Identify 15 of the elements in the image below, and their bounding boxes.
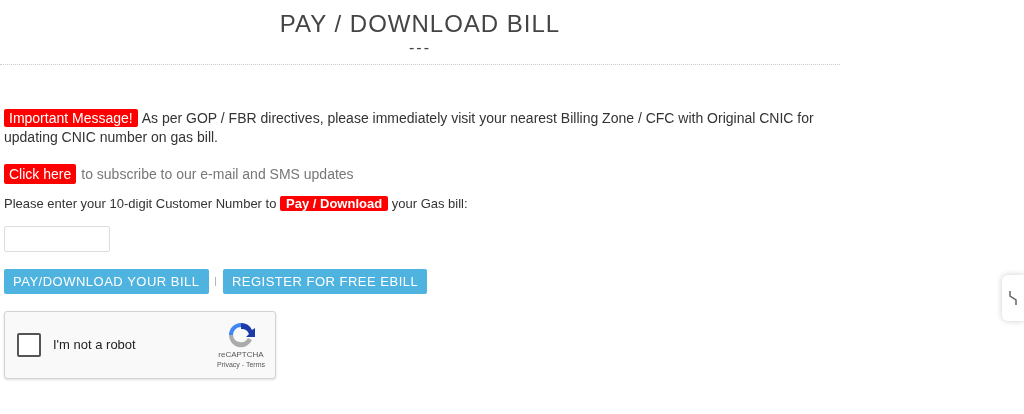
subscribe-text: to subscribe to our e-mail and SMS updates — [81, 165, 354, 184]
recaptcha-brand: reCAPTCHA — [218, 350, 264, 360]
side-tab[interactable] — [1002, 275, 1024, 321]
subscribe-link[interactable]: Click here — [4, 164, 77, 184]
customer-number-field[interactable] — [4, 226, 110, 252]
button-separator: | — [214, 274, 217, 288]
title-dashes: --- — [409, 38, 431, 58]
register-ebill-button[interactable]: REGISTER FOR FREE EBILL — [222, 269, 428, 294]
zigzag-icon — [1008, 290, 1018, 306]
customer-number-prompt: Please enter your 10-digit Customer Number to Pay / Download your Gas bill: — [4, 195, 469, 213]
captcha-label: I'm not a robot — [53, 336, 137, 355]
page-title: PAY / DOWNLOAD BILL — [279, 10, 561, 38]
notice-text: Important Message! As per GOP / FBR directives, please immediately visit your nearest Billing Zone / CFC with Original CNIC for updating CNIC number on gas bill. — [4, 109, 815, 147]
pay-download-button[interactable]: PAY/DOWNLOAD YOUR BILL — [4, 269, 209, 294]
captcha-checkbox[interactable] — [17, 333, 41, 357]
